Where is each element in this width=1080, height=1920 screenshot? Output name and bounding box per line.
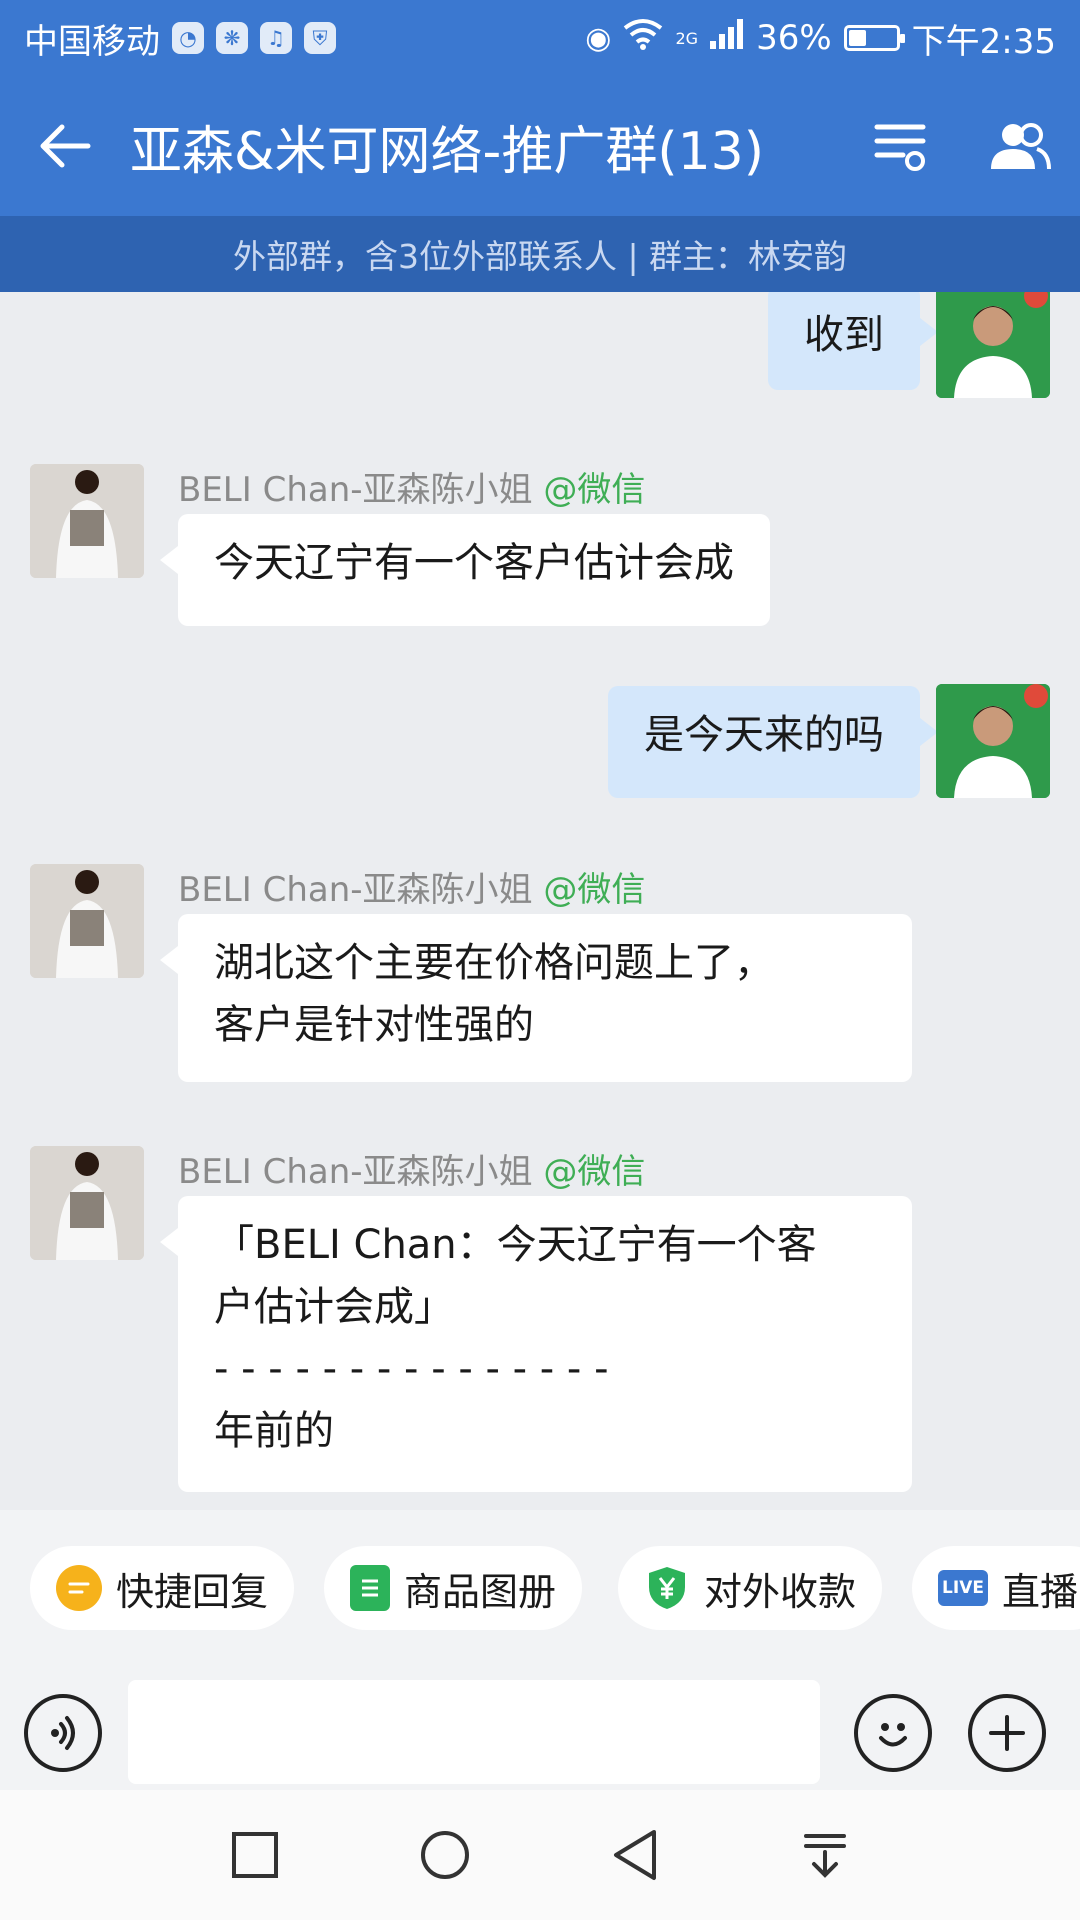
list-settings-icon — [874, 124, 926, 171]
battery-icon — [843, 25, 905, 51]
voice-app-icon: ❋ — [216, 22, 248, 54]
sender-name-text: BELI Chan-亚森陈小姐 — [178, 470, 533, 510]
emoji-button[interactable] — [854, 1694, 932, 1772]
home-button[interactable] — [400, 1810, 490, 1900]
voice-input-button[interactable] — [24, 1694, 102, 1772]
carrier-label: 中国移动 — [24, 21, 160, 62]
message-input[interactable] — [128, 1680, 820, 1784]
quoted-text: 户估计会成」 — [214, 1284, 454, 1330]
shield-app-icon: ⛨ — [304, 22, 336, 54]
product-album-label: 商品图册 — [404, 1569, 557, 1614]
signal-icon — [710, 18, 744, 58]
network-type: 2G — [675, 28, 699, 48]
quoted-text: 「BELI Chan：今天辽宁有一个客 — [214, 1222, 817, 1268]
quote-divider: - - - - - - - - - - - - - - - — [214, 1346, 609, 1392]
message-text: 是今天来的吗 — [644, 712, 884, 758]
quick-reply-label: 快捷回复 — [116, 1569, 269, 1614]
group-info-banner[interactable]: 外部群，含3位外部联系人 | 群主：林安韵 — [0, 216, 1080, 292]
triangle-back-icon — [614, 1830, 656, 1880]
message-text: 年前的 — [214, 1408, 334, 1454]
sender-name-text: BELI Chan-亚森陈小姐 — [178, 1152, 533, 1192]
sender-name: BELI Chan-亚森陈小姐 @微信 — [178, 862, 645, 911]
sender-name: BELI Chan-亚森陈小姐 @微信 — [178, 1144, 645, 1193]
plus-icon — [989, 1715, 1025, 1751]
incoming-message[interactable]: 湖北这个主要在价格问题上了， 客户是针对性强的 — [160, 914, 912, 1082]
wechat-tag: @微信 — [543, 1152, 646, 1192]
sender-name-text: BELI Chan-亚森陈小姐 — [178, 870, 533, 910]
product-album-button[interactable]: 商品图册 — [324, 1546, 583, 1630]
payment-icon — [644, 1565, 690, 1611]
chat-title: 亚森&米可网络-推广群(13) — [130, 121, 765, 182]
message-text: 今天辽宁有一个客户估计会成 — [214, 540, 734, 586]
message-line: 湖北这个主要在价格问题上了， — [214, 940, 774, 986]
back-arrow-icon — [40, 124, 91, 168]
clock: 下午2:35 — [911, 21, 1056, 62]
pull-down-icon — [804, 1834, 846, 1878]
status-bar: 中国移动 ◔ ❋ ♫ ⛨ ◉ 2G 36% 下午2:35 — [0, 0, 1080, 76]
live-label: 直播 — [1002, 1569, 1079, 1614]
sender-name: BELI Chan-亚森陈小姐 @微信 — [178, 462, 645, 511]
chat-header: 亚森&米可网络-推广群(13) — [0, 76, 1080, 216]
sender-avatar[interactable] — [30, 1146, 144, 1260]
chat-menu-button[interactable] — [840, 76, 960, 216]
wechat-tag: @微信 — [543, 470, 646, 510]
sender-avatar[interactable] — [30, 464, 144, 578]
payment-label: 对外收款 — [704, 1569, 857, 1614]
group-info-text: 外部群，含3位外部联系人 | 群主：林安韵 — [232, 237, 848, 276]
live-icon: LIVE — [938, 1570, 988, 1606]
circle-icon — [421, 1831, 469, 1879]
voice-icon — [51, 1716, 75, 1750]
self-avatar[interactable] — [936, 684, 1050, 798]
quick-action-bar[interactable]: 快捷回复 商品图册 对外收款 LIVE 直播 — [0, 1510, 1080, 1660]
message-line: 客户是针对性强的 — [214, 1002, 534, 1048]
system-navigation-bar — [0, 1790, 1080, 1920]
live-button[interactable]: LIVE 直播 — [912, 1546, 1080, 1630]
self-avatar[interactable] — [936, 292, 1050, 398]
battery-percent: 36% — [756, 18, 832, 58]
incoming-quote-message[interactable]: 「BELI Chan：今天辽宁有一个客 户估计会成」 - - - - - - -… — [160, 1196, 912, 1492]
wifi-icon — [623, 18, 663, 58]
sender-avatar[interactable] — [30, 864, 144, 978]
back-button[interactable] — [0, 76, 130, 216]
message-input-bar — [0, 1660, 1080, 1790]
message-list[interactable]: 收到 BELI Chan-亚森陈小姐 @微信 今天辽宁有一个客户估计会成 是今天… — [0, 292, 1080, 1510]
recent-apps-button[interactable] — [210, 1810, 300, 1900]
quick-reply-icon — [56, 1565, 102, 1611]
eye-comfort-icon: ◉ — [585, 20, 612, 56]
smiley-icon — [879, 1723, 907, 1747]
outgoing-message[interactable]: 是今天来的吗 — [608, 686, 938, 798]
wechat-tag: @微信 — [543, 870, 646, 910]
message-text: 收到 — [804, 312, 884, 358]
outgoing-message[interactable]: 收到 — [768, 292, 938, 390]
quick-reply-button[interactable]: 快捷回复 — [30, 1546, 295, 1630]
people-icon — [991, 123, 1051, 170]
group-members-button[interactable] — [960, 76, 1080, 216]
notification-pull-button[interactable] — [780, 1810, 870, 1900]
payment-button[interactable]: 对外收款 — [618, 1546, 883, 1630]
app-notification-icon: ◔ — [172, 22, 204, 54]
music-app-icon: ♫ — [260, 22, 292, 54]
back-nav-button[interactable] — [590, 1810, 680, 1900]
product-album-icon — [350, 1565, 390, 1611]
incoming-message[interactable]: 今天辽宁有一个客户估计会成 — [160, 514, 770, 626]
square-icon — [232, 1832, 278, 1878]
more-actions-button[interactable] — [968, 1694, 1046, 1772]
